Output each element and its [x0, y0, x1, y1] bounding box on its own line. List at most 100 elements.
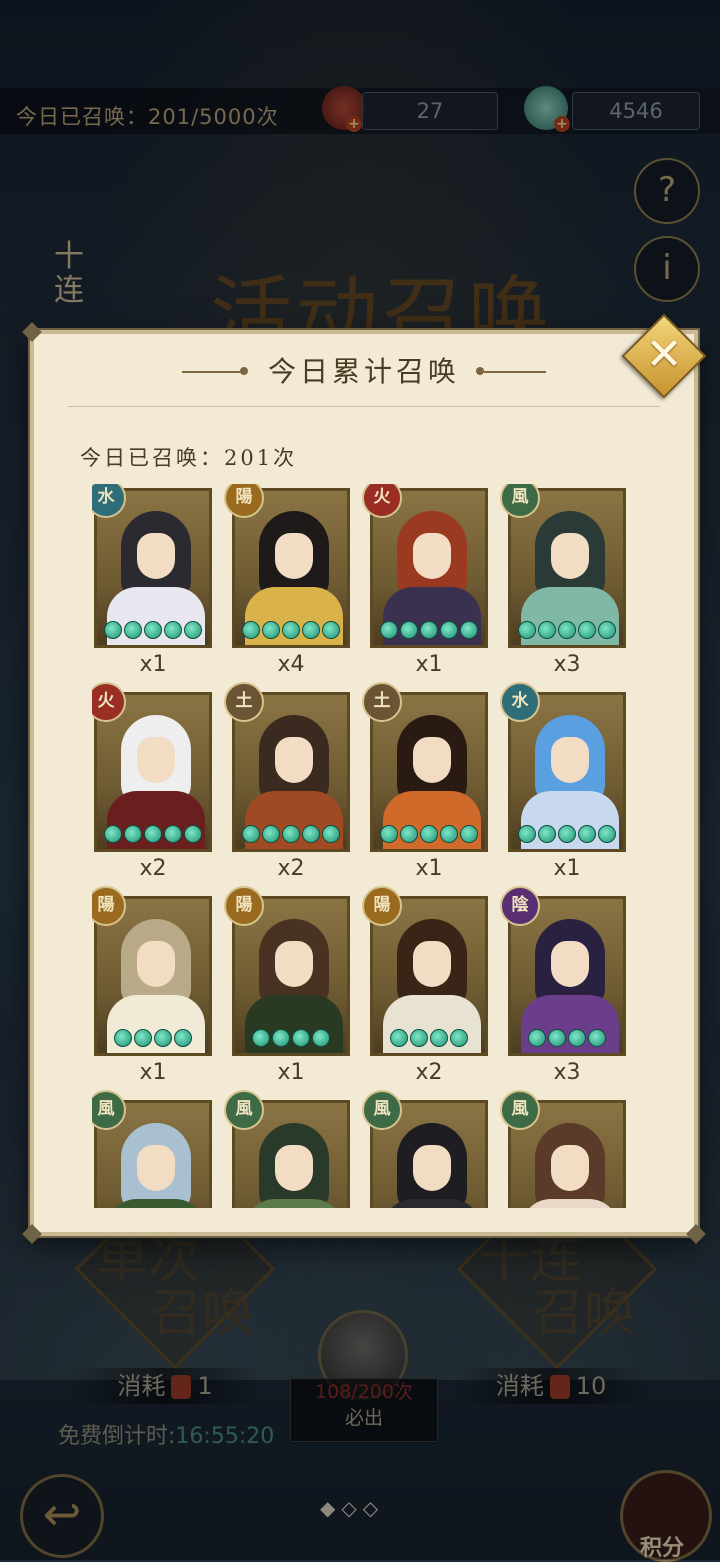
star-icon	[184, 825, 202, 843]
star-icon	[518, 621, 536, 639]
hero-card[interactable]: 風 x3	[500, 484, 628, 684]
star-icon	[410, 1029, 428, 1047]
star-icon	[518, 825, 536, 843]
element-badge-icon: 陽	[224, 886, 264, 926]
star-icon	[124, 621, 142, 639]
hero-star-rating	[235, 621, 347, 639]
hero-face	[275, 1145, 313, 1191]
hero-face	[413, 941, 451, 987]
hero-face	[275, 737, 313, 783]
star-icon	[174, 1029, 192, 1047]
hero-card[interactable]: 陽 x1	[92, 886, 214, 1092]
hero-star-rating	[97, 1029, 209, 1047]
star-icon	[538, 621, 556, 639]
element-badge-icon: 風	[500, 1090, 540, 1130]
modal-title: 今日累计召唤	[267, 355, 460, 388]
hero-star-rating	[235, 1029, 347, 1047]
element-badge-icon: 陰	[500, 886, 540, 926]
hero-summon-count: x1	[139, 652, 167, 677]
star-icon	[420, 621, 438, 639]
hero-star-rating	[511, 1029, 623, 1047]
star-icon	[430, 1029, 448, 1047]
star-icon	[164, 825, 182, 843]
hero-star-rating	[97, 825, 209, 843]
hero-card[interactable]: 風	[92, 1090, 214, 1208]
element-badge-icon: 土	[224, 682, 264, 722]
hero-summon-count: x2	[277, 856, 305, 881]
hero-summon-count: x1	[139, 1060, 167, 1085]
hero-card[interactable]: 火 x1	[362, 484, 490, 684]
star-icon	[134, 1029, 152, 1047]
star-icon	[548, 1029, 566, 1047]
title-ornament-right	[484, 371, 546, 373]
star-icon	[568, 1029, 586, 1047]
star-icon	[164, 621, 182, 639]
close-icon[interactable]: ✕	[634, 326, 694, 386]
hero-card[interactable]: 陰 x3	[500, 886, 628, 1092]
star-icon	[184, 621, 202, 639]
star-icon	[528, 1029, 546, 1047]
star-icon	[538, 825, 556, 843]
hero-card[interactable]: 陽 x2	[362, 886, 490, 1092]
hero-card[interactable]: 陽 x1	[224, 886, 352, 1092]
star-icon	[312, 1029, 330, 1047]
star-icon	[282, 825, 300, 843]
hero-face	[137, 1145, 175, 1191]
hero-face	[137, 941, 175, 987]
star-icon	[242, 621, 260, 639]
star-icon	[450, 1029, 468, 1047]
hero-card[interactable]: 土 x1	[362, 682, 490, 888]
star-icon	[390, 1029, 408, 1047]
hero-card[interactable]: 風	[362, 1090, 490, 1208]
hero-card[interactable]: 水 x1	[500, 682, 628, 888]
element-badge-icon: 陽	[362, 886, 402, 926]
star-icon	[420, 825, 438, 843]
star-icon	[598, 825, 616, 843]
hero-face	[413, 1145, 451, 1191]
hero-card[interactable]: 火 x2	[92, 682, 214, 888]
hero-star-rating	[373, 1029, 485, 1047]
star-icon	[460, 621, 478, 639]
hero-summon-count: x1	[277, 1060, 305, 1085]
hero-face	[551, 941, 589, 987]
hero-card[interactable]: 陽 x4	[224, 484, 352, 684]
star-icon	[104, 825, 122, 843]
star-icon	[144, 825, 162, 843]
star-icon	[322, 621, 340, 639]
star-icon	[262, 825, 280, 843]
star-icon	[440, 621, 458, 639]
star-icon	[302, 825, 320, 843]
hero-star-rating	[511, 621, 623, 639]
hero-face	[275, 941, 313, 987]
hero-face	[551, 1145, 589, 1191]
star-icon	[460, 825, 478, 843]
hero-summon-count: x2	[139, 856, 167, 881]
hero-face	[551, 533, 589, 579]
star-icon	[272, 1029, 290, 1047]
hero-summon-count: x3	[553, 1060, 581, 1085]
star-icon	[104, 621, 122, 639]
star-icon	[380, 621, 398, 639]
star-icon	[262, 621, 280, 639]
star-icon	[578, 825, 596, 843]
star-icon	[558, 825, 576, 843]
hero-card[interactable]: 土 x2	[224, 682, 352, 888]
star-icon	[578, 621, 596, 639]
star-icon	[282, 621, 300, 639]
hero-summon-count: x1	[553, 856, 581, 881]
star-icon	[558, 621, 576, 639]
summon-total: 今日已召唤：201次	[80, 446, 298, 470]
star-icon	[380, 825, 398, 843]
hero-card[interactable]: 風	[224, 1090, 352, 1208]
hero-summon-count: x2	[415, 1060, 443, 1085]
title-ornament-right-dot	[476, 367, 484, 375]
hero-face	[551, 737, 589, 783]
star-icon	[144, 621, 162, 639]
modal-divider	[68, 406, 660, 407]
daily-summon-modal: 今日累计召唤 今日已召唤：201次 水 x1 陽 x4 火 x1 風 x3 火 x2 土 x2 土 x1 水…	[22, 322, 706, 1244]
hero-star-rating	[373, 825, 485, 843]
element-badge-icon: 土	[362, 682, 402, 722]
modal-title-row: 今日累计召唤	[34, 348, 694, 396]
hero-card[interactable]: 水 x1	[92, 484, 214, 684]
hero-card[interactable]: 風	[500, 1090, 628, 1208]
